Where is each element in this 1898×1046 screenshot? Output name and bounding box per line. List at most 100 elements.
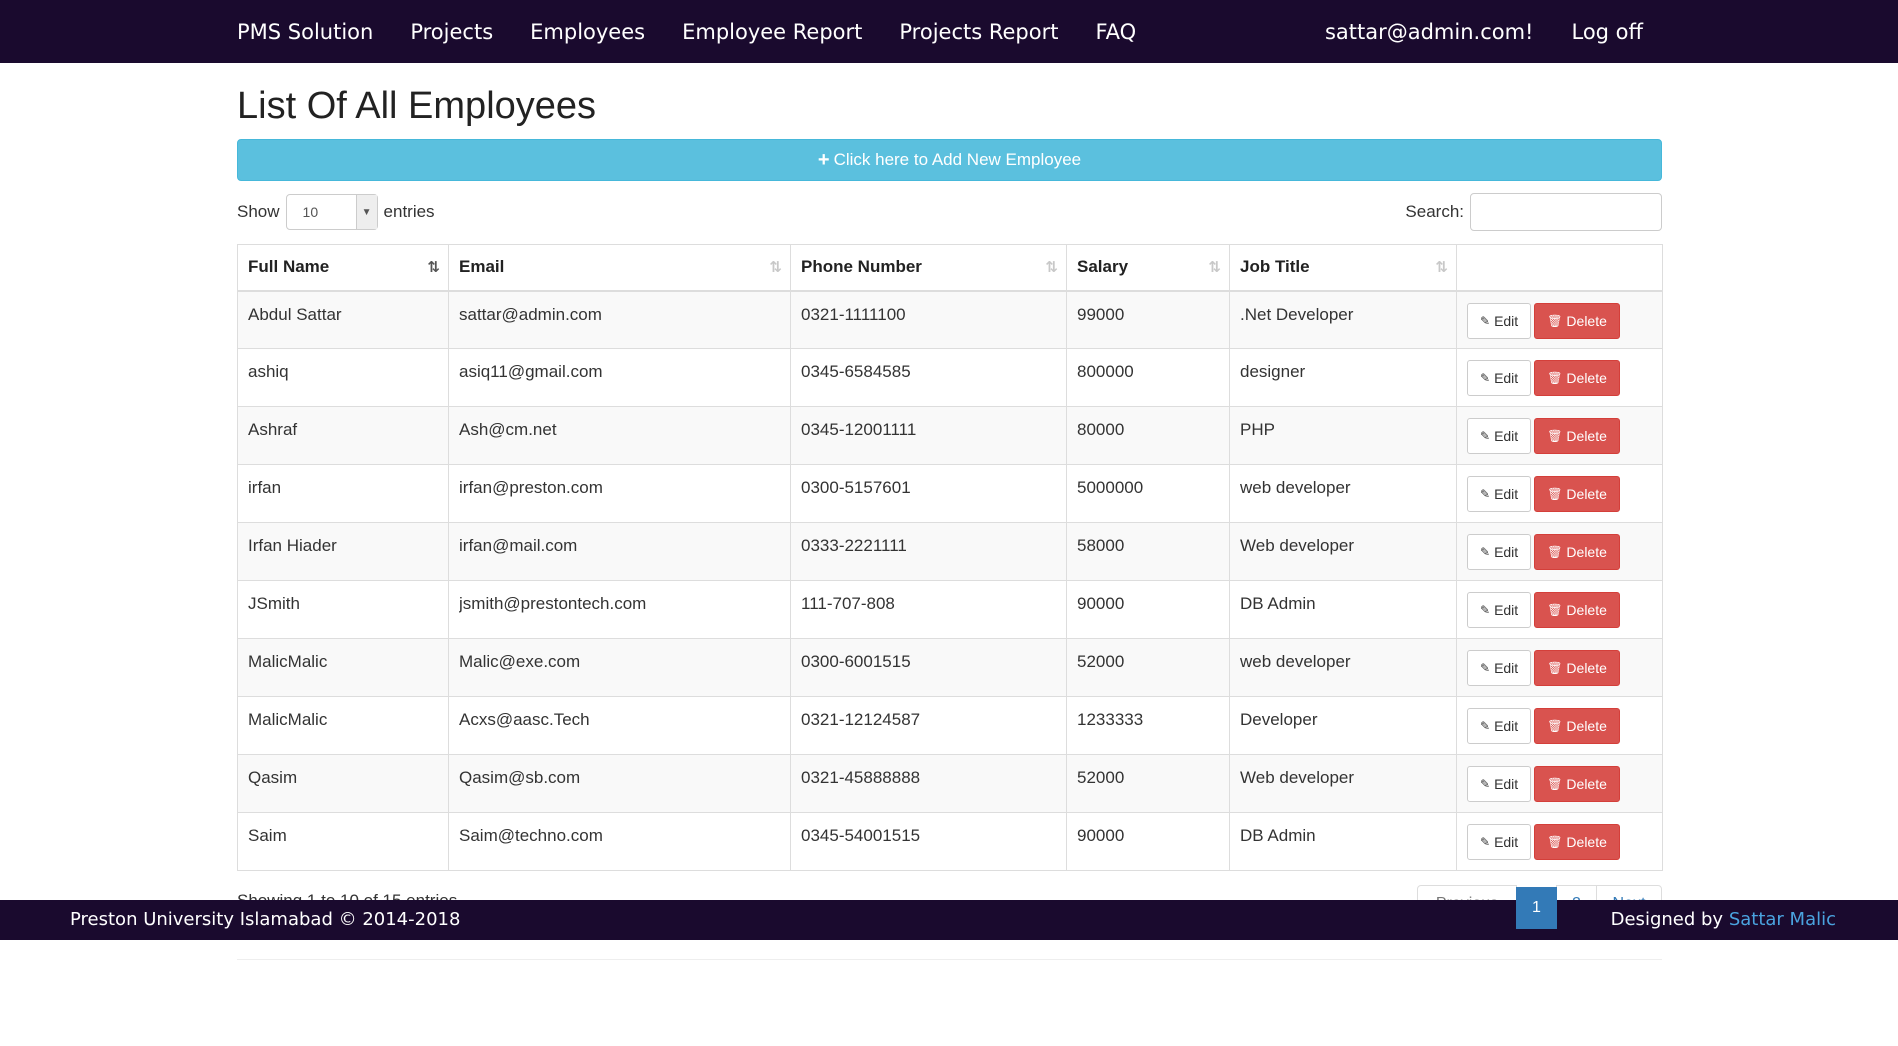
cell-actions: ✎ Edit 🗑 Delete	[1456, 464, 1663, 523]
edit-button[interactable]: ✎ Edit	[1467, 476, 1532, 512]
cell-full-name: Saim	[237, 812, 449, 871]
search-input[interactable]	[1470, 193, 1662, 231]
cell-full-name-text: JSmith	[248, 594, 300, 613]
delete-button-label: Delete	[1566, 370, 1607, 386]
delete-button[interactable]: 🗑 Delete	[1534, 766, 1620, 802]
edit-button[interactable]: ✎ Edit	[1467, 650, 1532, 686]
delete-button-label: Delete	[1566, 660, 1607, 676]
cell-salary: 800000	[1066, 348, 1230, 407]
cell-full-name: Qasim	[237, 754, 449, 813]
sort-icon: ⇅	[1435, 259, 1448, 276]
cell-phone-text: 111-707-808	[801, 594, 895, 613]
nav-link-projects-report[interactable]: Projects Report	[899, 20, 1058, 44]
cell-phone: 111-707-808	[790, 580, 1067, 639]
column-header-salary[interactable]: Salary ⇅	[1066, 244, 1230, 292]
delete-button[interactable]: 🗑 Delete	[1534, 592, 1620, 628]
cell-job-title-text: Web developer	[1240, 768, 1355, 787]
nav-link-projects[interactable]: Projects	[410, 20, 493, 44]
table-row: ashiq asiq11@gmail.com 0345-6584585 800000 d…	[237, 348, 1663, 407]
cell-job-title-text: web developer	[1240, 478, 1351, 497]
add-employee-button[interactable]: + Click here to Add New Employee	[237, 139, 1662, 181]
cell-email-text: Ash@cm.net	[459, 420, 557, 439]
cell-full-name: JSmith	[237, 580, 449, 639]
cell-full-name-text: MalicMalic	[248, 652, 328, 671]
column-header-label: Full Name	[248, 257, 330, 277]
cell-salary: 5000000	[1066, 464, 1230, 523]
cell-phone: 0300-6001515	[790, 638, 1067, 697]
table-row: JSmith jsmith@prestontech.com 111-707-808 9…	[237, 580, 1663, 639]
edit-button[interactable]: ✎ Edit	[1467, 592, 1532, 628]
delete-button[interactable]: 🗑 Delete	[1534, 534, 1620, 570]
sort-icon: ⇅	[1045, 259, 1058, 276]
delete-button-label: Delete	[1566, 486, 1607, 502]
cell-actions: ✎ Edit 🗑 Delete	[1456, 638, 1663, 697]
cell-email-text: Saim@techno.com	[459, 826, 603, 845]
cell-actions: ✎ Edit 🗑 Delete	[1456, 348, 1663, 407]
cell-email: Acxs@aasc.Tech	[448, 696, 791, 755]
delete-button[interactable]: 🗑 Delete	[1534, 418, 1620, 454]
edit-button-label: Edit	[1494, 834, 1519, 850]
nav-link-employee-report[interactable]: Employee Report	[682, 20, 862, 44]
nav-brand-link[interactable]: PMS Solution	[237, 20, 373, 44]
pencil-icon: ✎	[1480, 777, 1491, 791]
delete-button[interactable]: 🗑 Delete	[1534, 824, 1620, 860]
column-header-phone[interactable]: Phone Number ⇅	[790, 244, 1067, 292]
edit-button[interactable]: ✎ Edit	[1467, 418, 1532, 454]
cell-phone: 0321-12124587	[790, 696, 1067, 755]
entries-select[interactable]: 10 ▼	[285, 194, 378, 230]
cell-job-title: DB Admin	[1229, 812, 1457, 871]
cell-email: jsmith@prestontech.com	[448, 580, 791, 639]
delete-button[interactable]: 🗑 Delete	[1534, 360, 1620, 396]
cell-email: Ash@cm.net	[448, 406, 791, 465]
column-header-job-title[interactable]: Job Title ⇅	[1229, 244, 1457, 292]
delete-button[interactable]: 🗑 Delete	[1534, 476, 1620, 512]
footer-credit: Designed by Sattar Malic	[1611, 909, 1836, 930]
cell-actions: ✎ Edit 🗑 Delete	[1456, 812, 1663, 871]
cell-salary-text: 5000000	[1077, 478, 1144, 497]
table-body: Abdul Sattar sattar@admin.com 0321-1111100…	[237, 290, 1663, 871]
edit-button[interactable]: ✎ Edit	[1467, 302, 1532, 339]
cell-phone-text: 0321-45888888	[801, 768, 921, 787]
delete-button-label: Delete	[1566, 602, 1607, 618]
column-header-full-name[interactable]: Full Name ⇅	[237, 244, 449, 292]
edit-button-label: Edit	[1494, 486, 1519, 502]
delete-button-label: Delete	[1566, 834, 1607, 850]
cell-email: irfan@preston.com	[448, 464, 791, 523]
delete-button[interactable]: 🗑 Delete	[1534, 708, 1620, 744]
edit-button[interactable]: ✎ Edit	[1467, 534, 1532, 570]
table-row: Ashraf Ash@cm.net 0345-12001111 80000 PHP ✎ Ed…	[237, 406, 1663, 465]
cell-salary-text: 80000	[1077, 420, 1125, 439]
footer-designer-link[interactable]: Sattar Malic	[1729, 909, 1836, 930]
pencil-icon: ✎	[1480, 545, 1491, 559]
cell-job-title: PHP	[1229, 406, 1457, 465]
nav-link-faq[interactable]: FAQ	[1095, 20, 1136, 44]
edit-button[interactable]: ✎ Edit	[1467, 824, 1532, 860]
cell-job-title: Web developer	[1229, 754, 1457, 813]
delete-button[interactable]: 🗑 Delete	[1534, 302, 1620, 339]
cell-actions: ✎ Edit 🗑 Delete	[1456, 696, 1663, 755]
cell-email: Malic@exe.com	[448, 638, 791, 697]
cell-phone-text: 0321-12124587	[801, 710, 921, 729]
table-row: MalicMalic Malic@exe.com 0300-6001515 52000…	[237, 638, 1663, 697]
cell-salary: 80000	[1066, 406, 1230, 465]
nav-link-employees[interactable]: Employees	[530, 20, 645, 44]
footer-copyright: Preston University Islamabad © 2014-2018	[70, 909, 461, 930]
user-account-link[interactable]: sattar@admin.com!	[1325, 20, 1534, 44]
delete-button[interactable]: 🗑 Delete	[1534, 650, 1620, 686]
column-header-email[interactable]: Email ⇅	[448, 244, 791, 292]
pagination-page-1[interactable]: 1	[1516, 887, 1557, 929]
cell-actions: ✎ Edit 🗑 Delete	[1456, 406, 1663, 465]
cell-phone: 0333-2221111	[790, 522, 1067, 581]
cell-phone-text: 0345-54001515	[801, 826, 921, 845]
cell-job-title-text: designer	[1240, 362, 1306, 381]
logout-link[interactable]: Log off	[1571, 20, 1643, 44]
top-navbar: PMS Solution Projects Employees Employee…	[0, 0, 1898, 63]
edit-button[interactable]: ✎ Edit	[1467, 360, 1532, 396]
bottom-divider	[237, 959, 1662, 960]
footer-designed-by: Designed by	[1610, 909, 1724, 930]
edit-button[interactable]: ✎ Edit	[1467, 766, 1532, 802]
column-header-actions	[1456, 244, 1663, 292]
cell-phone-text: 0333-2221111	[801, 536, 907, 555]
edit-button[interactable]: ✎ Edit	[1467, 708, 1532, 744]
cell-email: sattar@admin.com	[448, 290, 791, 349]
